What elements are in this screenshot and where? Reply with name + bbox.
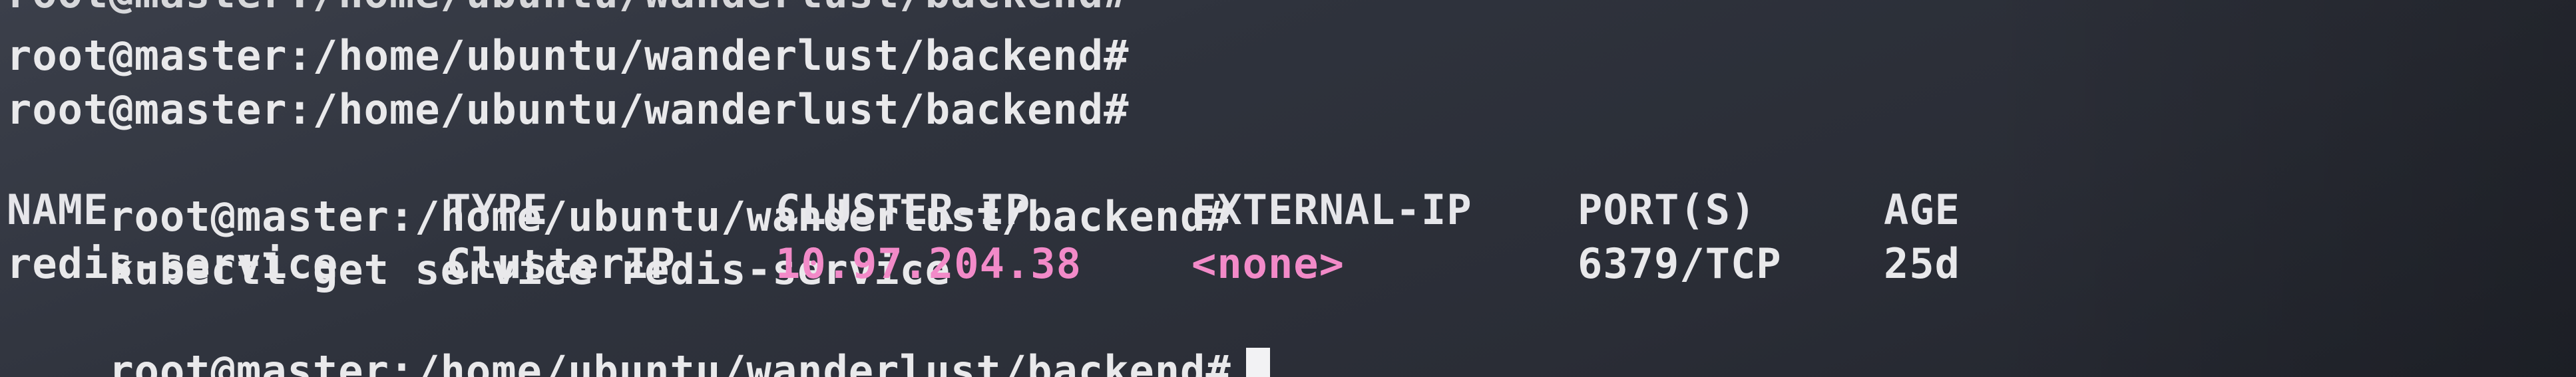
column-header-cluster-ip: CLUSTER-IP bbox=[775, 186, 1031, 234]
external-ip-value: <none> bbox=[1191, 239, 1345, 288]
column-header-age: AGE bbox=[1884, 186, 1960, 234]
screen-glare-overlay bbox=[1977, 0, 2576, 377]
text-cursor[interactable] bbox=[1245, 348, 1270, 377]
service-name: redis-service bbox=[7, 239, 339, 288]
shell-prompt: root@master:/home/ubuntu/wanderlust/back… bbox=[108, 192, 1257, 241]
age-value: 25d bbox=[1884, 239, 1960, 288]
column-header-name: NAME bbox=[7, 186, 109, 234]
terminal-prompt-line: root@master:/home/ubuntu/wanderlust/back… bbox=[7, 31, 1130, 80]
terminal-line-partial: root@master:/home/ubuntu/wanderlust/back… bbox=[7, 0, 1129, 20]
terminal-command-line: root@master:/home/ubuntu/wanderlust/back… bbox=[7, 137, 1257, 294]
column-header-external-ip: EXTERNAL-IP bbox=[1191, 186, 1472, 234]
column-header-type: TYPE bbox=[446, 186, 548, 234]
terminal-active-prompt[interactable]: root@master:/home/ubuntu/wanderlust/back… bbox=[7, 291, 1270, 377]
service-type: ClusterIP bbox=[446, 239, 676, 288]
column-header-ports: PORT(S) bbox=[1578, 186, 1757, 234]
terminal-prompt-line: root@master:/home/ubuntu/wanderlust/back… bbox=[7, 85, 1130, 134]
terminal-window[interactable]: root@master:/home/ubuntu/wanderlust/back… bbox=[0, 0, 2576, 377]
table-header-row: NAME TYPE CLUSTER-IP EXTERNAL-IP PORT(S)… bbox=[7, 184, 1960, 237]
cluster-ip-value: 10.97.204.38 bbox=[775, 239, 1082, 288]
shell-prompt: root@master:/home/ubuntu/wanderlust/back… bbox=[108, 346, 1231, 377]
table-row: redis-service ClusterIP 10.97.204.38 <no… bbox=[7, 237, 1960, 291]
ports-value: 6379/TCP bbox=[1578, 239, 1782, 288]
